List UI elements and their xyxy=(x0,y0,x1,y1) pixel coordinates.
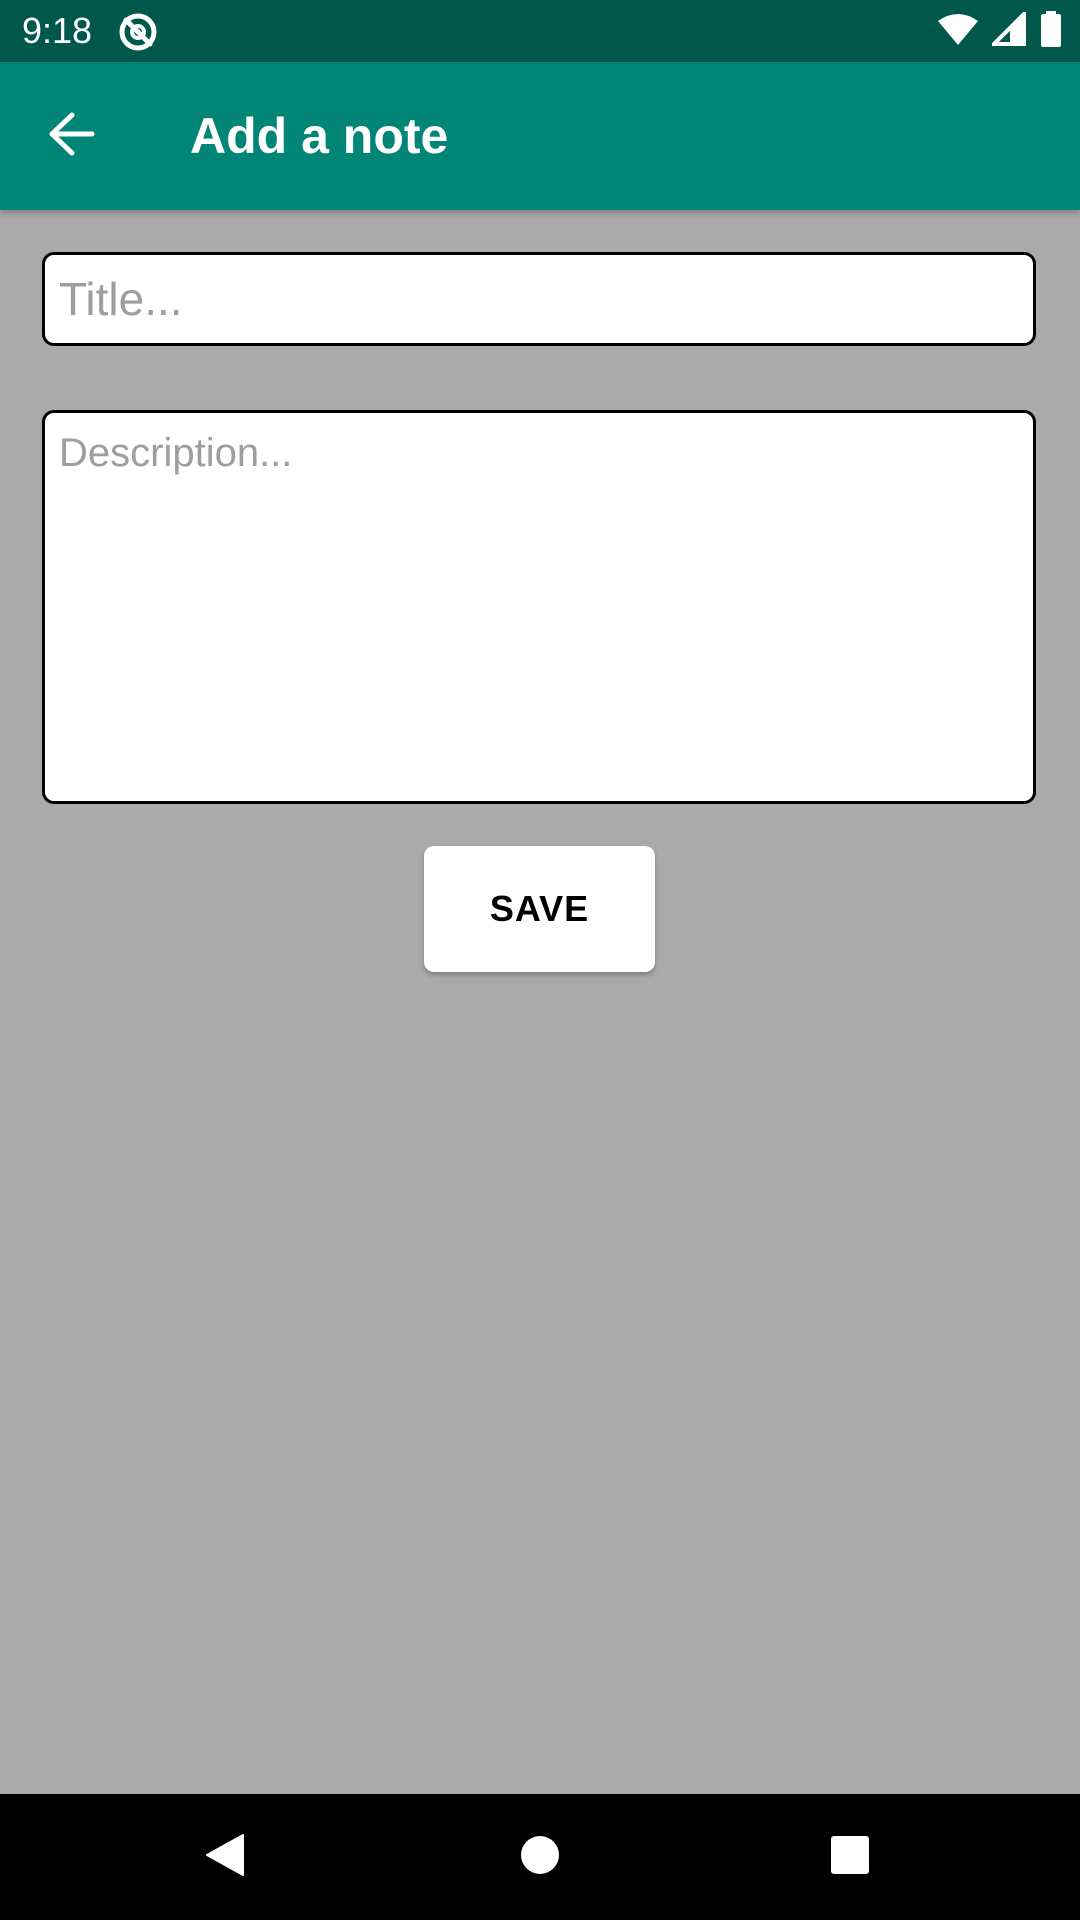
app-notification-icon xyxy=(118,12,160,52)
status-bar: 9:18 xyxy=(0,0,1080,62)
back-triangle-icon xyxy=(203,1831,247,1884)
wifi-icon xyxy=(938,13,978,50)
nav-back-button[interactable] xyxy=(190,1822,260,1892)
description-input[interactable] xyxy=(42,410,1036,804)
app-bar: Add a note xyxy=(0,62,1080,210)
recents-square-icon xyxy=(830,1835,870,1880)
status-icons xyxy=(938,8,1062,52)
home-circle-icon xyxy=(519,1834,561,1881)
back-button[interactable] xyxy=(34,98,110,174)
title-input[interactable] xyxy=(42,252,1036,346)
navigation-bar xyxy=(0,1794,1080,1920)
nav-home-button[interactable] xyxy=(505,1822,575,1892)
cell-signal-icon xyxy=(989,8,1026,51)
nav-recents-button[interactable] xyxy=(815,1822,885,1892)
status-time: 9:18 xyxy=(22,10,93,51)
save-button[interactable]: SAVE xyxy=(424,846,655,972)
page-title: Add a note xyxy=(190,108,449,164)
arrow-back-icon xyxy=(48,112,96,161)
battery-icon xyxy=(1040,10,1062,52)
